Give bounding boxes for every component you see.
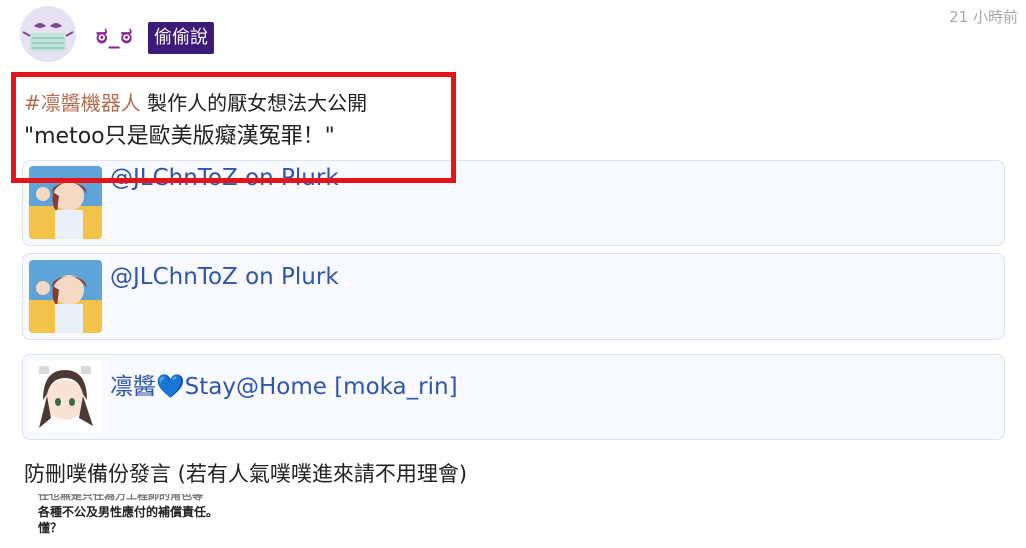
post-header: ಠ_ಠ 偷偷說 21 小時前 (20, 6, 1020, 62)
post-line-1: #凛醬機器人 製作人的厭女想法大公開 (24, 88, 367, 118)
anime-girl-thumbnail-icon (29, 166, 102, 239)
link-preview-card[interactable]: @JLChnToZ on Plurk (22, 253, 1005, 340)
backup-note: 防刪噗備份發言 (若有人氣噗噗進來請不用理會) (24, 462, 468, 486)
whisper-badge: 偷偷說 (148, 22, 214, 54)
post-timestamp[interactable]: 21 小時前 (949, 6, 1018, 27)
link-preview-card[interactable]: 凛醬💙Stay@Home [moka_rin] (22, 354, 1005, 440)
anime-girl-headphones-thumbnail-icon (29, 360, 102, 433)
card-title[interactable]: @JLChnToZ on Plurk (110, 264, 339, 290)
username[interactable]: ಠ_ಠ (96, 24, 133, 49)
card-title[interactable]: 凛醬💙Stay@Home [moka_rin] (110, 367, 458, 401)
hashtag-link[interactable]: #凛醬機器人 (24, 91, 141, 115)
anime-girl-thumbnail-icon (29, 260, 102, 333)
card-thumbnail (29, 360, 102, 433)
user-avatar[interactable] (20, 6, 76, 62)
snippet-line: 各種不公及男性應付的補償責任。 (38, 505, 219, 519)
screenshot-snippet[interactable]: 任也無是只任為万工程師的角色等 各種不公及男性應付的補償責任。 懂？ (38, 494, 298, 548)
post-content: #凛醬機器人 製作人的厭女想法大公開 "metoo只是歐美版癡漢冤罪！" (24, 88, 367, 154)
post-line-2: "metoo只是歐美版癡漢冤罪！" (24, 124, 335, 149)
masked-face-icon (20, 6, 76, 62)
card-thumbnail (29, 166, 102, 239)
link-preview-card[interactable]: @JLChnToZ on Plurk (22, 160, 1005, 246)
card-title[interactable]: @JLChnToZ on Plurk (110, 165, 339, 191)
snippet-line: 懂？ (38, 521, 63, 535)
post-line-1-text: 製作人的厭女想法大公開 (140, 91, 368, 115)
snippet-line: 任也無是只任為万工程師的角色等 (38, 494, 203, 502)
card-thumbnail (29, 260, 102, 333)
